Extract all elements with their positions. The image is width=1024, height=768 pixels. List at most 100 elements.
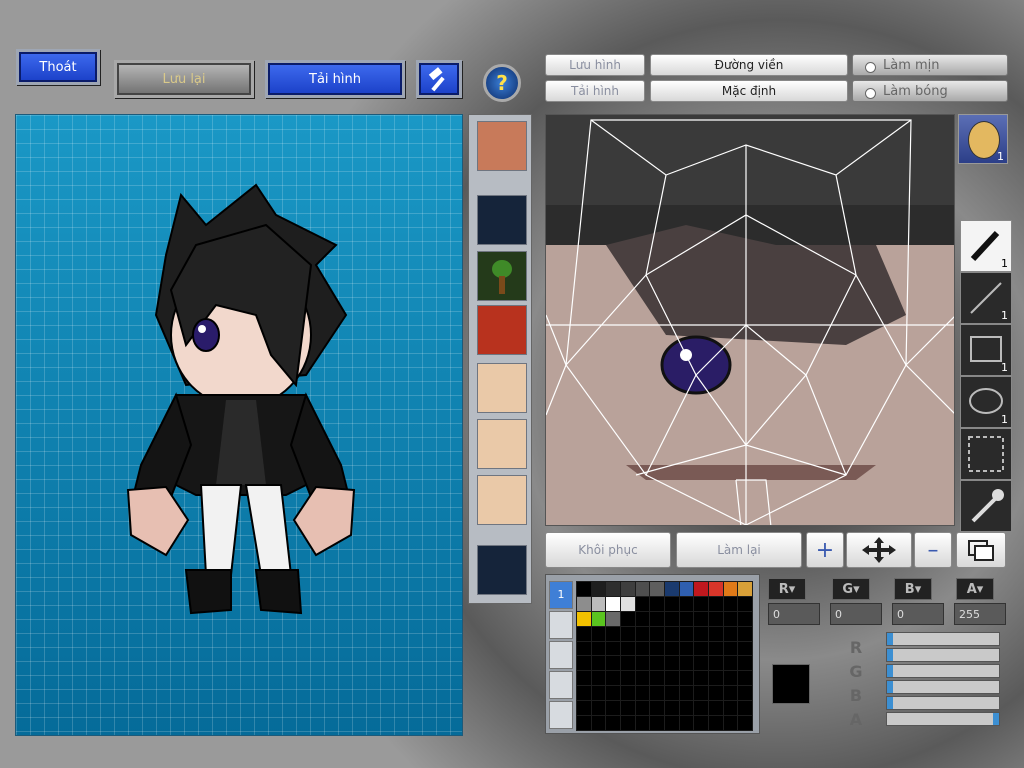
red-slider[interactable]	[886, 632, 1000, 646]
palette-swatch[interactable]	[605, 685, 621, 702]
palette-swatch[interactable]	[576, 685, 592, 702]
palette-swatch[interactable]	[590, 625, 607, 642]
palette-swatch[interactable]	[634, 625, 651, 642]
selection-tool[interactable]	[960, 428, 1012, 480]
outline-button[interactable]: Đường viền	[650, 54, 848, 76]
palette-swatch[interactable]	[576, 581, 592, 597]
palette-swatch[interactable]	[737, 715, 753, 731]
palette-swatch[interactable]	[605, 610, 621, 627]
palette-swatch[interactable]	[590, 610, 607, 627]
palette-swatch[interactable]	[722, 581, 739, 597]
palette-swatch[interactable]	[737, 670, 753, 687]
palette-swatch[interactable]	[664, 700, 680, 717]
palette-swatch[interactable]	[590, 640, 607, 657]
blue-slider[interactable]	[886, 696, 1000, 710]
blue-slider-knob[interactable]	[887, 697, 893, 709]
palette-tab-3[interactable]	[549, 641, 573, 669]
palette-swatch[interactable]	[649, 610, 665, 627]
palette-swatch[interactable]	[649, 581, 665, 597]
palette-swatch[interactable]	[678, 640, 695, 657]
palette-swatch[interactable]	[634, 655, 651, 672]
palette-swatch[interactable]	[634, 700, 651, 717]
palette-swatch[interactable]	[664, 685, 680, 702]
load-image-button[interactable]: Tải hình	[545, 80, 645, 102]
palette-tab-5[interactable]	[549, 701, 573, 729]
layer-button[interactable]	[956, 532, 1006, 568]
palette-swatch[interactable]	[678, 715, 695, 731]
alpha-channel-dropdown[interactable]: A ▾	[956, 578, 994, 600]
palette-swatch[interactable]	[737, 581, 753, 597]
palette-swatch[interactable]	[576, 640, 592, 657]
part-slot-empty[interactable]	[477, 195, 527, 245]
green-slider-knob[interactable]	[887, 665, 893, 677]
green-slider-fine-knob[interactable]	[887, 681, 893, 693]
palette-swatch[interactable]	[620, 610, 636, 627]
palette-tab-2[interactable]	[549, 611, 573, 639]
palette-swatch[interactable]	[620, 670, 636, 687]
palette-swatch[interactable]	[605, 700, 621, 717]
palette-swatch[interactable]	[605, 715, 621, 731]
palette-swatch[interactable]	[649, 625, 665, 642]
palette-swatch[interactable]	[590, 670, 607, 687]
smooth-option[interactable]: Làm mịn	[852, 54, 1008, 76]
palette-swatch[interactable]	[708, 640, 724, 657]
part-slot-armor-icon[interactable]	[477, 305, 527, 355]
palette-swatch[interactable]	[693, 581, 709, 597]
rectangle-tool[interactable]: 1	[960, 324, 1012, 376]
palette-swatch[interactable]	[576, 625, 592, 642]
face-preset-button[interactable]: 1	[958, 114, 1008, 164]
green-channel-dropdown[interactable]: G ▾	[832, 578, 870, 600]
palette-swatch[interactable]	[620, 655, 636, 672]
palette-swatch[interactable]	[649, 685, 665, 702]
palette-swatch[interactable]	[664, 715, 680, 731]
palette-swatch[interactable]	[649, 670, 665, 687]
red-channel-dropdown[interactable]: R ▾	[768, 578, 806, 600]
move-button[interactable]	[846, 532, 912, 568]
palette-swatch[interactable]	[722, 610, 739, 627]
palette-swatch[interactable]	[737, 625, 753, 642]
palette-swatch[interactable]	[620, 715, 636, 731]
palette-swatch[interactable]	[634, 715, 651, 731]
palette-swatch[interactable]	[634, 640, 651, 657]
palette-swatch[interactable]	[722, 640, 739, 657]
red-value-field[interactable]: 0	[768, 603, 820, 625]
palette-swatch[interactable]	[576, 610, 592, 627]
palette-swatch[interactable]	[708, 655, 724, 672]
part-slot-skin-front-icon[interactable]	[477, 419, 527, 469]
palette-swatch[interactable]	[722, 625, 739, 642]
palette-swatch[interactable]	[693, 715, 709, 731]
palette-swatch[interactable]	[620, 625, 636, 642]
palette-swatch[interactable]	[737, 700, 753, 717]
palette-swatch[interactable]	[634, 685, 651, 702]
default-button[interactable]: Mặc định	[650, 80, 848, 102]
palette-swatch[interactable]	[590, 655, 607, 672]
palette-swatch[interactable]	[708, 685, 724, 702]
red-slider-fine-knob[interactable]	[887, 649, 893, 661]
palette-swatch[interactable]	[693, 640, 709, 657]
blue-value-field[interactable]: 0	[892, 603, 944, 625]
save-button[interactable]: Lưu lại	[114, 60, 254, 98]
part-slot-skin-back-icon[interactable]	[477, 475, 527, 525]
palette-swatch[interactable]	[693, 700, 709, 717]
part-slot-head-icon[interactable]	[477, 121, 527, 171]
palette-tab-4[interactable]	[549, 671, 573, 699]
palette-swatch[interactable]	[605, 670, 621, 687]
palette-swatch[interactable]	[620, 581, 636, 597]
palette-swatch[interactable]	[649, 595, 665, 612]
hammer-button[interactable]	[416, 60, 462, 98]
zoom-in-button[interactable]: +	[806, 532, 844, 568]
zoom-out-button[interactable]: –	[914, 532, 952, 568]
alpha-value-field[interactable]: 255	[954, 603, 1006, 625]
palette-swatch[interactable]	[620, 640, 636, 657]
palette-swatch[interactable]	[722, 670, 739, 687]
palette-swatch[interactable]	[678, 670, 695, 687]
green-slider[interactable]	[886, 664, 1000, 678]
palette-swatch[interactable]	[590, 715, 607, 731]
palette-swatch[interactable]	[634, 581, 651, 597]
palette-swatch[interactable]	[708, 595, 724, 612]
palette-swatch[interactable]	[737, 655, 753, 672]
palette-swatch[interactable]	[590, 581, 607, 597]
palette-swatch[interactable]	[664, 595, 680, 612]
shade-option[interactable]: Làm bóng	[852, 80, 1008, 102]
save-image-button[interactable]: Lưu hình	[545, 54, 645, 76]
